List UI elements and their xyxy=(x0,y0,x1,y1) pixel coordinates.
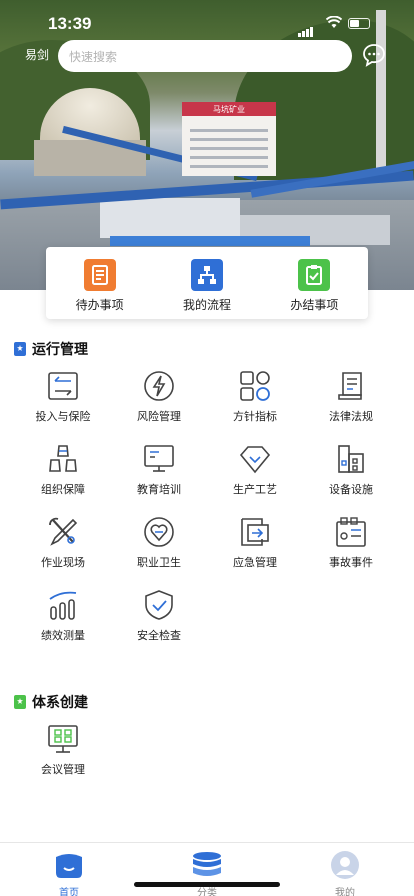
building-icon xyxy=(338,445,364,473)
lightning-icon xyxy=(144,371,174,401)
completed-icon xyxy=(298,259,331,291)
quick-action-workflow[interactable]: 我的流程 xyxy=(153,247,260,319)
tools-icon xyxy=(49,517,78,546)
username-label: 易剑 xyxy=(25,48,50,62)
banner-building: 马坑矿业 xyxy=(182,102,276,176)
quick-action-todo[interactable]: 待办事项 xyxy=(46,247,153,319)
grid-item-incident[interactable]: 事故事件 xyxy=(303,516,399,570)
panel-icon xyxy=(336,517,366,547)
home-indicator[interactable] xyxy=(134,882,280,887)
search-placeholder: 快速搜索 xyxy=(69,50,118,64)
grid-item-organization[interactable]: 组织保障 xyxy=(15,443,111,497)
grid-item-emergency[interactable]: 应急管理 xyxy=(207,516,303,570)
search-input[interactable]: 快速搜索 xyxy=(58,40,352,72)
grid-item-law[interactable]: 法律法规 xyxy=(303,370,399,424)
scroll-icon xyxy=(338,372,362,400)
tab-home[interactable]: 首页 xyxy=(29,851,109,896)
meeting-board-icon xyxy=(48,725,78,753)
grid-item-risk[interactable]: 风险管理 xyxy=(111,370,207,424)
blocks-icon xyxy=(49,445,77,472)
bar-chart-icon xyxy=(49,591,77,620)
grid-item-meeting[interactable]: 会议管理 xyxy=(15,723,111,777)
quick-action-completed[interactable]: 办结事项 xyxy=(261,247,368,319)
workflow-icon xyxy=(190,259,223,291)
heart-icon xyxy=(144,517,174,547)
diamond-icon xyxy=(239,446,271,474)
shield-check-icon xyxy=(145,590,173,620)
grid-item-health[interactable]: 职业卫生 xyxy=(111,516,207,570)
quick-actions-card: 待办事项 我的流程 办结事项 xyxy=(46,247,368,319)
tab-profile[interactable]: 我的 xyxy=(305,851,385,896)
grid-item-policy[interactable]: 方针指标 xyxy=(207,370,303,424)
bookmark-icon xyxy=(14,342,26,356)
message-icon[interactable] xyxy=(361,42,387,68)
tab-category[interactable]: 分类 xyxy=(167,851,247,896)
section-title-operations: 运行管理 xyxy=(14,339,88,359)
grid-item-equipment[interactable]: 设备设施 xyxy=(303,443,399,497)
grid-item-training[interactable]: 教育培训 xyxy=(111,443,207,497)
grid-item-worksite[interactable]: 作业现场 xyxy=(15,516,111,570)
monitor-icon xyxy=(144,445,174,472)
grid-item-inspection[interactable]: 安全检查 xyxy=(111,589,207,643)
cellular-signal-icon xyxy=(298,18,314,37)
grid-item-investment[interactable]: 投入与保险 xyxy=(15,370,111,424)
quick-action-label: 我的流程 xyxy=(182,298,231,312)
quick-action-label: 办结事项 xyxy=(290,298,339,312)
banner-sign: 马坑矿业 xyxy=(213,105,245,114)
shapes-icon xyxy=(240,371,270,401)
section-title-system: 体系创建 xyxy=(14,692,88,712)
status-time: 13:39 xyxy=(48,14,92,33)
bookmark-icon xyxy=(14,695,26,709)
exchange-icon xyxy=(48,372,78,400)
grid-item-process[interactable]: 生产工艺 xyxy=(207,443,303,497)
category-icon xyxy=(193,852,221,876)
exit-icon xyxy=(241,518,269,546)
battery-icon xyxy=(348,18,370,29)
profile-icon xyxy=(331,851,359,879)
wifi-icon xyxy=(326,16,342,28)
tab-bar: 首页 分类 我的 xyxy=(0,842,414,896)
home-icon xyxy=(56,854,82,878)
quick-action-label: 待办事项 xyxy=(75,298,124,312)
status-bar: 13:39 xyxy=(0,0,414,44)
grid-item-performance[interactable]: 绩效测量 xyxy=(15,589,111,643)
todo-icon xyxy=(83,259,116,291)
